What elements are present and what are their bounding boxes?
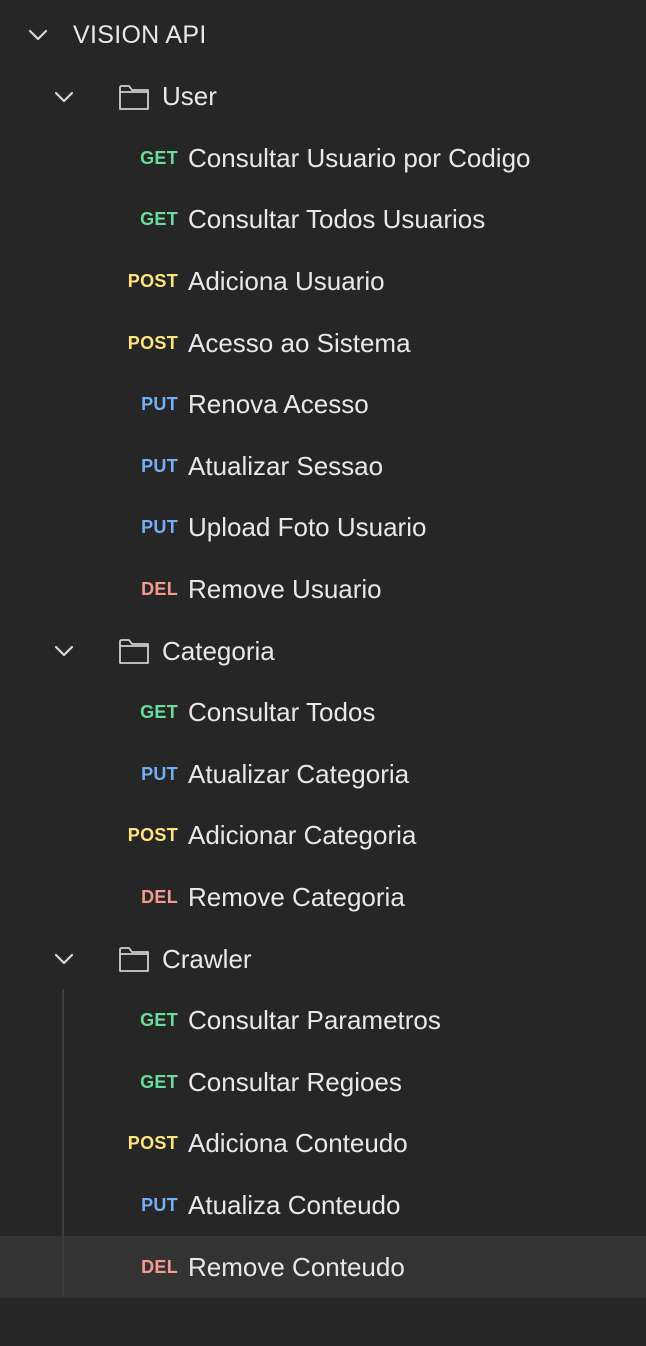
request-item[interactable]: POST Adiciona Conteudo (0, 1113, 646, 1175)
request-item[interactable]: GET Consultar Todos (0, 682, 646, 744)
method-badge: GET (140, 209, 178, 230)
method-badge: DEL (141, 886, 178, 907)
request-item[interactable]: GET Consultar Usuario por Codigo (0, 127, 646, 189)
method-badge: POST (127, 332, 178, 353)
request-name: Renova Acesso (188, 389, 369, 420)
method-badge: GET (140, 1071, 178, 1092)
request-name: Adiciona Usuario (188, 265, 385, 296)
method-badge: PUT (141, 455, 178, 476)
folder-name: User (162, 81, 217, 112)
request-name: Adicionar Categoria (188, 820, 417, 851)
request-name: Consultar Usuario por Codigo (188, 142, 531, 173)
method-badge: PUT (141, 517, 178, 538)
method-badge: DEL (141, 578, 178, 599)
method-badge: GET (140, 147, 178, 168)
folder-icon (117, 80, 151, 114)
request-item[interactable]: DEL Remove Usuario (0, 558, 646, 620)
method-badge: GET (140, 702, 178, 723)
collection-row[interactable]: VISION API (0, 4, 646, 66)
method-badge: PUT (141, 1194, 178, 1215)
collection-name: VISION API (73, 20, 207, 49)
request-name: Remove Categoria (188, 881, 405, 912)
request-name: Atualizar Sessao (188, 450, 384, 481)
folder-row-user[interactable]: User (0, 66, 646, 128)
request-name: Consultar Todos Usuarios (188, 204, 486, 235)
request-name: Atualizar Categoria (188, 758, 410, 789)
request-name: Consultar Parametros (188, 1005, 441, 1036)
method-badge: POST (127, 1133, 178, 1154)
folder-icon (117, 634, 151, 668)
request-name: Acesso ao Sistema (188, 327, 411, 358)
request-item[interactable]: DEL Remove Conteudo (0, 1236, 646, 1298)
method-badge: PUT (141, 394, 178, 415)
request-item[interactable]: POST Acesso ao Sistema (0, 312, 646, 374)
request-item[interactable]: PUT Renova Acesso (0, 374, 646, 436)
chevron-down-icon[interactable] (52, 947, 76, 971)
request-item[interactable]: GET Consultar Parametros (0, 990, 646, 1052)
folder-icon (117, 942, 151, 976)
request-name: Upload Foto Usuario (188, 512, 427, 543)
request-item[interactable]: PUT Atualiza Conteudo (0, 1174, 646, 1236)
method-badge: POST (127, 825, 178, 846)
chevron-down-icon[interactable] (52, 85, 76, 109)
folder-name: Categoria (162, 635, 275, 666)
request-name: Consultar Todos (188, 697, 376, 728)
request-name: Remove Usuario (188, 573, 382, 604)
folder-name: Crawler (162, 943, 252, 974)
method-badge: POST (127, 270, 178, 291)
folder-row-categoria[interactable]: Categoria (0, 620, 646, 682)
request-item[interactable]: DEL Remove Categoria (0, 866, 646, 928)
collection-tree: VISION API User GET Consultar Usuario por … (0, 0, 646, 1346)
request-item[interactable]: GET Consultar Todos Usuarios (0, 189, 646, 251)
request-item[interactable]: POST Adiciona Usuario (0, 250, 646, 312)
method-badge: DEL (141, 1256, 178, 1277)
folder-row-crawler[interactable]: Crawler (0, 928, 646, 990)
request-name: Atualiza Conteudo (188, 1189, 401, 1220)
request-name: Adiciona Conteudo (188, 1128, 408, 1159)
chevron-down-icon[interactable] (26, 23, 50, 47)
request-item[interactable]: PUT Atualizar Categoria (0, 743, 646, 805)
method-badge: GET (140, 1010, 178, 1031)
request-item[interactable]: GET Consultar Regioes (0, 1051, 646, 1113)
request-name: Remove Conteudo (188, 1251, 405, 1282)
chevron-down-icon[interactable] (52, 639, 76, 663)
request-name: Consultar Regioes (188, 1066, 402, 1097)
request-item[interactable]: PUT Upload Foto Usuario (0, 497, 646, 559)
indent-guide (62, 989, 64, 1295)
method-badge: PUT (141, 763, 178, 784)
request-item[interactable]: POST Adicionar Categoria (0, 805, 646, 867)
request-item[interactable]: PUT Atualizar Sessao (0, 435, 646, 497)
